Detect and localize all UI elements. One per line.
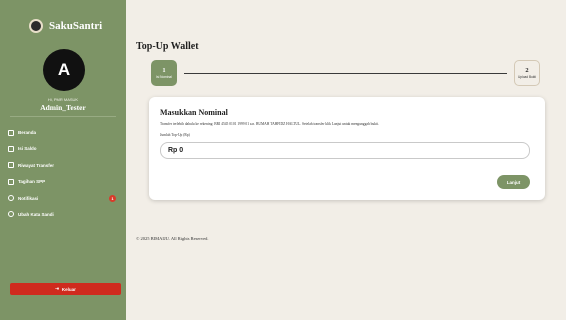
sidebar-item-label: Riwayat Transfer <box>18 162 55 168</box>
sidebar-item-label: Notifikasi <box>18 195 39 201</box>
brand[interactable]: SakuSantri <box>29 19 102 33</box>
amount-input[interactable] <box>160 142 530 159</box>
avatar: A <box>43 49 85 91</box>
logout-button[interactable]: ⇥ Keluar <box>10 283 121 295</box>
step-label: Isi Nominal <box>156 75 172 79</box>
topup-card: Masukkan Nominal Transfer terlebih dahul… <box>149 97 545 200</box>
sidebar-item-label: Isi Saldo <box>18 146 37 152</box>
step-label: Upload Bukti <box>517 75 537 79</box>
logout-label: Keluar <box>61 286 76 292</box>
logout-icon: ⇥ <box>55 286 59 291</box>
sidebar-item-label: Tagihan SPP <box>18 179 46 185</box>
amount-label: Jumlah Top-Up (Rp) <box>160 133 190 137</box>
sidebar-menu: Beranda Isi Saldo Riwayat Transfer Tagih… <box>8 126 120 224</box>
notification-badge: 1 <box>109 194 116 202</box>
home-icon <box>8 129 14 136</box>
sidebar-item-ubah-kata-sandi[interactable]: Ubah Kata Sandi <box>8 208 120 221</box>
sidebar-item-riwayat-transfer[interactable]: Riwayat Transfer <box>8 159 120 172</box>
sidebar-divider <box>10 116 116 117</box>
sidebar-item-notifikasi[interactable]: Notifikasi 1 <box>8 192 120 205</box>
step-progress-line <box>184 73 507 74</box>
app-name: SakuSantri <box>49 20 103 32</box>
logo-icon <box>29 19 43 33</box>
step-number: 1 <box>162 67 166 74</box>
step-1-indicator: 1 Isi Nominal <box>151 60 177 86</box>
card-title: Masukkan Nominal <box>160 108 228 117</box>
username: Admin_Tester <box>40 103 86 112</box>
transfer-instructions: Transfer terlebih dahulu ke rekening: BR… <box>160 122 379 126</box>
sidebar-item-label: Ubah Kata Sandi <box>18 211 54 217</box>
next-button[interactable]: Lanjut <box>497 175 530 189</box>
sidebar-item-label: Beranda <box>18 130 37 135</box>
wallet-icon <box>8 145 14 152</box>
sidebar-item-beranda[interactable]: Beranda <box>8 126 120 139</box>
user-role: Hi, PMR MASUK <box>47 97 79 102</box>
key-icon <box>8 211 14 218</box>
sidebar-item-tagihan-spp[interactable]: Tagihan SPP <box>8 175 120 188</box>
bill-icon <box>8 178 14 185</box>
history-icon <box>8 162 14 169</box>
step-2-indicator: 2 Upload Bukti <box>514 60 540 86</box>
sidebar-item-isi-saldo[interactable]: Isi Saldo <box>8 142 120 155</box>
footer-copyright: © 2025 BIMAIJU. All Rights Reserved. <box>136 236 209 241</box>
page-title: Top-Up Wallet <box>136 41 199 52</box>
bell-icon <box>8 195 14 202</box>
main-content: Top-Up Wallet 1 Isi Nominal 2 Upload Buk… <box>126 0 566 320</box>
step-number: 2 <box>525 67 529 74</box>
sidebar: SakuSantri A Hi, PMR MASUK Admin_Tester … <box>0 0 126 320</box>
